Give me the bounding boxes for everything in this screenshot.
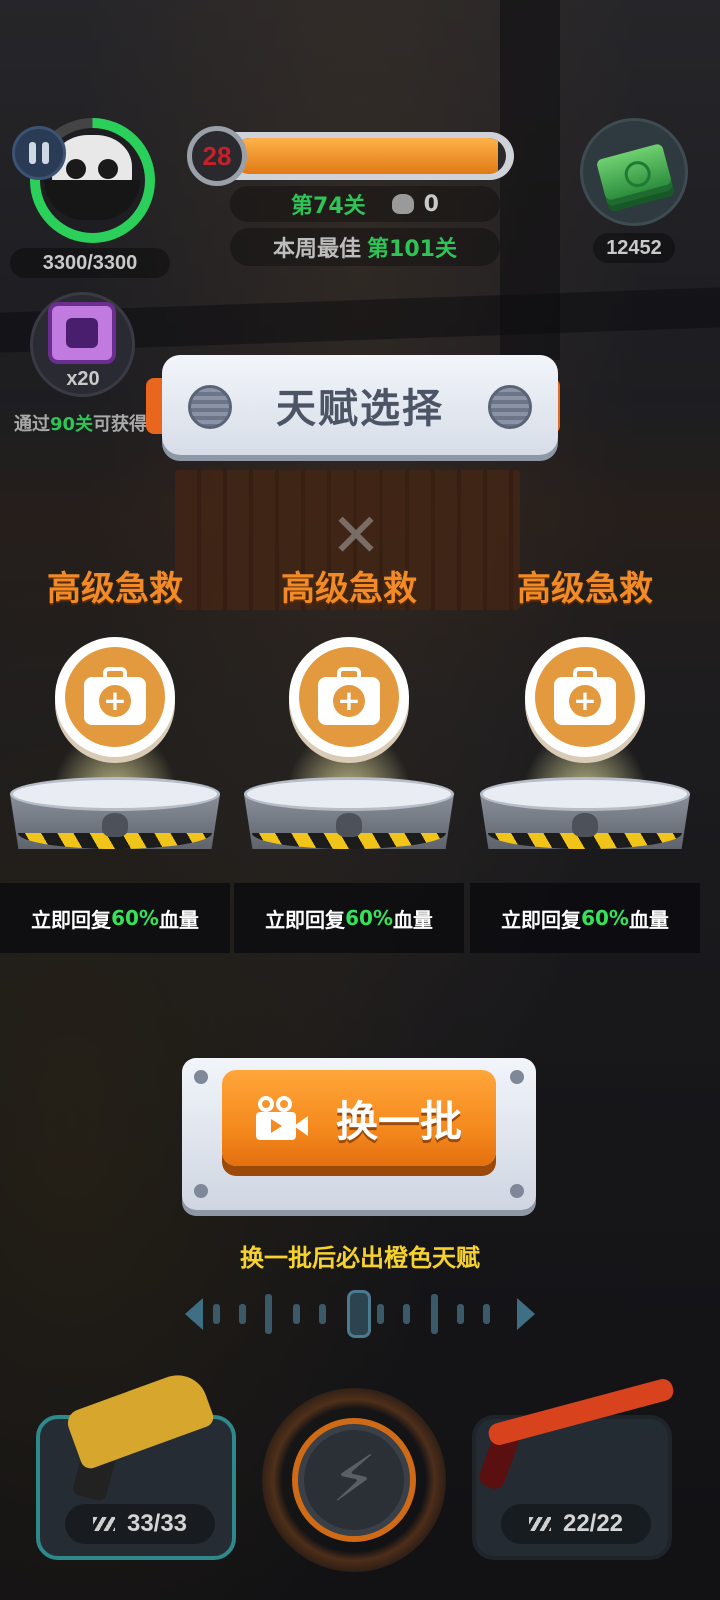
talent-medal: + <box>289 637 409 757</box>
ammo-icon <box>92 1517 115 1531</box>
talent-card-3[interactable]: 高级急救 + 立即回复 60% 血量 <box>470 555 700 975</box>
lightning-icon: ⚡ <box>331 1443 377 1517</box>
weapon-slider[interactable] <box>185 1290 535 1340</box>
talent-name: 高级急救 <box>47 569 183 609</box>
first-aid-kit-icon: + <box>84 667 146 725</box>
talent-medal: + <box>525 637 645 757</box>
weapon-slot-shotgun[interactable]: 22/22 <box>472 1376 676 1560</box>
weekly-best-stage: 第101关 <box>367 237 457 262</box>
chip-icon <box>48 302 116 364</box>
first-aid-kit-icon: + <box>318 667 380 725</box>
pause-icon <box>29 142 36 164</box>
talent-medal: + <box>55 637 175 757</box>
talent-card-1[interactable]: 高级急救 + 立即回复 60% 血量 <box>0 555 230 975</box>
dialog-title: 天赋选择 <box>276 386 444 432</box>
refresh-label: 换一批 <box>335 1096 462 1146</box>
pedestal <box>480 777 690 867</box>
ammo-counter: 33/33 <box>65 1504 215 1544</box>
refresh-button-frame: 换一批 <box>182 1058 536 1210</box>
skill-button[interactable]: ⚡ <box>292 1418 416 1542</box>
pedestal <box>10 777 220 867</box>
player-level-badge: 28 <box>187 126 247 186</box>
refresh-talents-button[interactable]: 换一批 <box>222 1070 496 1166</box>
weapon-slot-pistol[interactable]: 33/33 <box>36 1366 236 1560</box>
level-progress-fill <box>232 138 498 174</box>
bolt-icon <box>188 385 232 429</box>
talent-description: 立即回复 60% 血量 <box>470 883 700 953</box>
bolt-icon <box>488 385 532 429</box>
hp-text: 3300/3300 <box>10 248 170 278</box>
arrow-left-icon[interactable] <box>185 1298 203 1330</box>
skull-emblem-icon <box>572 813 598 837</box>
cash-amount: 12452 <box>593 233 675 263</box>
cash-button[interactable] <box>580 118 688 226</box>
current-stage: 第74关 <box>291 194 366 219</box>
skull-kill-icon <box>391 194 414 214</box>
ammo-counter: 22/22 <box>501 1504 651 1544</box>
first-aid-kit-icon: + <box>554 667 616 725</box>
dialog-title-banner: 天赋选择 <box>162 355 558 455</box>
weekly-best-label: 本周最佳 <box>273 237 362 262</box>
refresh-hint: 换一批后必出橙色天赋 <box>240 1244 480 1272</box>
weekly-best-row: 本周最佳 第101关 <box>230 228 500 266</box>
pedestal <box>244 777 454 867</box>
skull-emblem-icon <box>336 813 362 837</box>
pause-button[interactable] <box>12 126 66 180</box>
kill-count: 0 <box>423 191 439 217</box>
arrow-right-icon[interactable] <box>517 1298 535 1330</box>
unlock-hint: 通过90关可获得 <box>14 414 148 435</box>
ammo-icon <box>528 1517 551 1531</box>
video-camera-icon <box>255 1096 310 1140</box>
talent-name: 高级急救 <box>517 569 653 609</box>
talent-name: 高级急救 <box>281 569 417 609</box>
talent-description: 立即回复 60% 血量 <box>0 883 230 953</box>
cash-icon <box>595 142 673 202</box>
skull-emblem-icon <box>102 813 128 837</box>
talent-card-2[interactable]: 高级急救 + 立即回复 60% 血量 <box>234 555 464 975</box>
stage-row: 第74关 0 <box>230 186 500 222</box>
slider-handle[interactable] <box>347 1290 371 1338</box>
chip-count: x20 <box>66 368 100 390</box>
talent-description: 立即回复 60% 血量 <box>234 883 464 953</box>
